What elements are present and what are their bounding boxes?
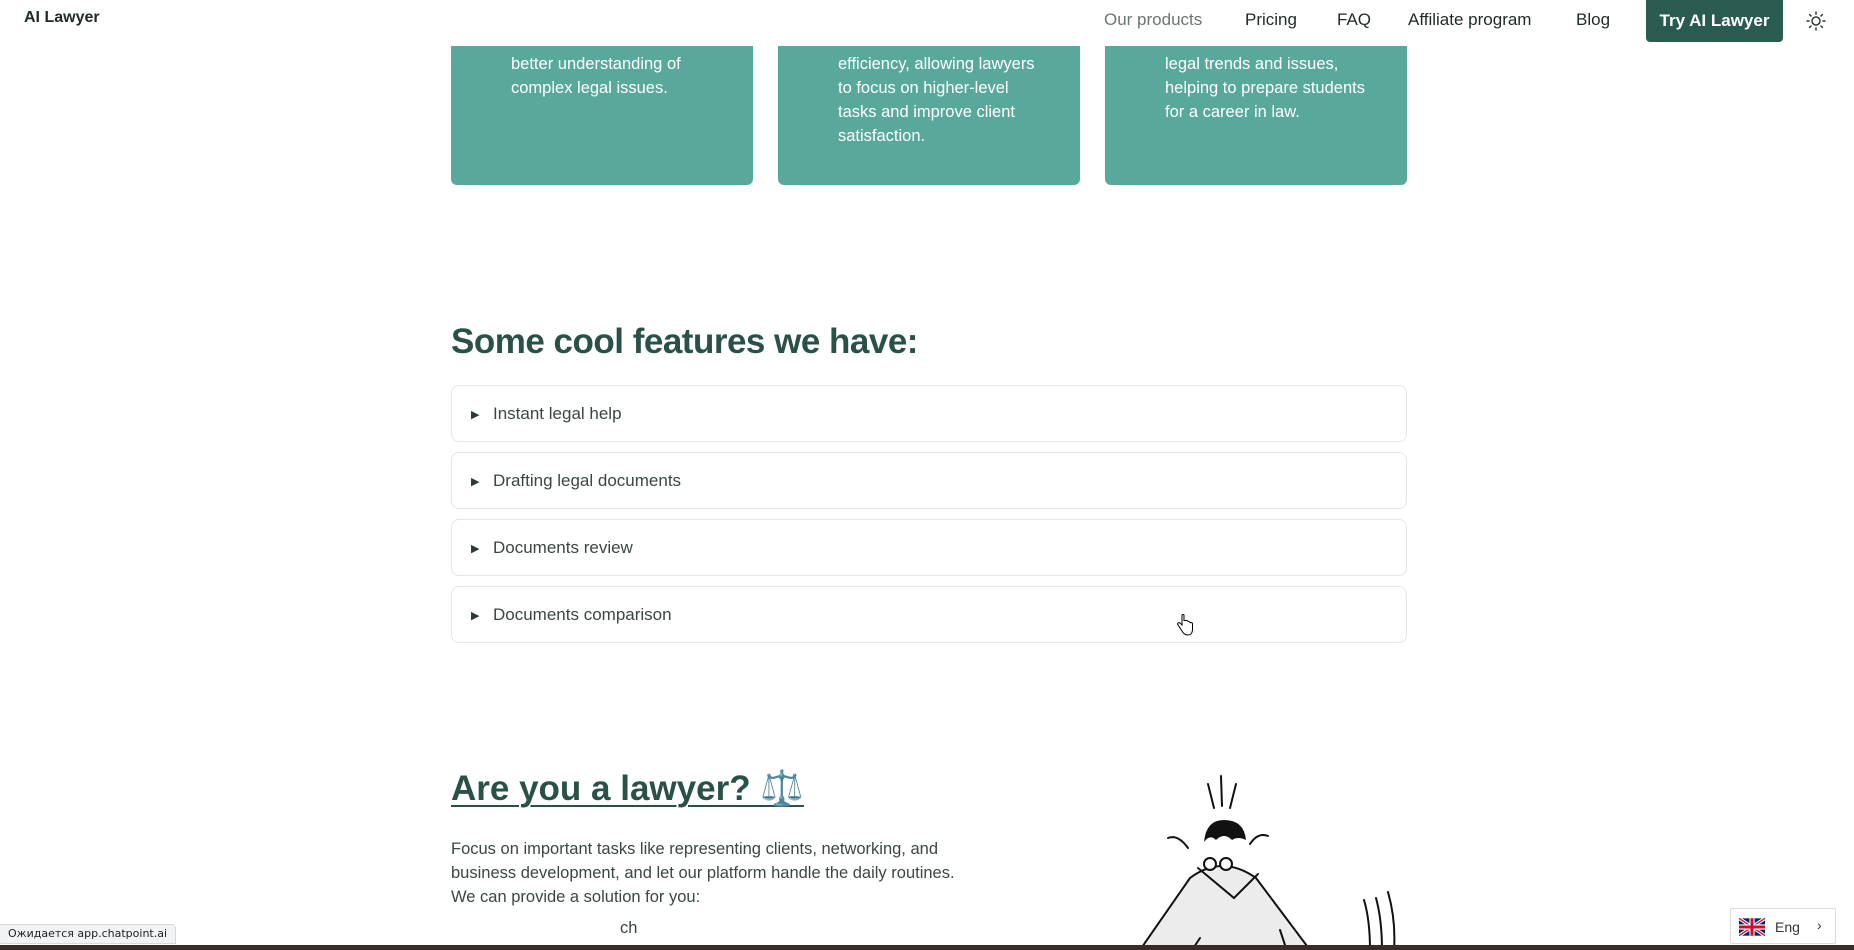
uk-flag-icon: [1739, 917, 1765, 937]
nav-affiliate-program[interactable]: Affiliate program: [1408, 10, 1531, 30]
nav-blog[interactable]: Blog: [1576, 10, 1610, 30]
language-switcher[interactable]: Eng ›: [1730, 908, 1836, 944]
lawyer-heading-link[interactable]: Are you a lawyer? ⚖️: [451, 768, 804, 809]
lawyer-illustration: [1138, 775, 1396, 950]
sun-icon[interactable]: [1806, 11, 1826, 31]
browser-status-bar: Ожидается app.chatpoint.ai: [0, 924, 177, 944]
features-heading: Some cool features we have:: [451, 322, 918, 361]
nav-our-products[interactable]: Our products: [1104, 10, 1202, 30]
info-card-1: better understanding of complex legal is…: [451, 30, 753, 185]
nav-pricing[interactable]: Pricing: [1245, 10, 1297, 30]
feature-instant-legal-help[interactable]: ▶ Instant legal help: [451, 385, 1407, 442]
expand-triangle-icon: ▶: [471, 476, 480, 488]
lawyer-description: Focus on important tasks like representi…: [451, 840, 955, 906]
info-card-3: legal trends and issues, helping to prep…: [1105, 30, 1407, 185]
feature-documents-comparison[interactable]: ▶ Documents comparison: [451, 586, 1407, 643]
info-card-2: efficiency, allowing lawyers to focus on…: [778, 30, 1080, 185]
feature-label: Instant legal help: [493, 404, 622, 423]
partial-list-item: ch: [620, 919, 638, 937]
language-label: Eng: [1775, 919, 1800, 935]
expand-triangle-icon: ▶: [471, 543, 480, 555]
expand-triangle-icon: ▶: [471, 610, 480, 622]
info-card-2-text: efficiency, allowing lawyers to focus on…: [838, 55, 1035, 145]
try-ai-lawyer-button[interactable]: Try AI Lawyer: [1646, 0, 1783, 42]
nav-faq[interactable]: FAQ: [1337, 10, 1371, 30]
feature-documents-review[interactable]: ▶ Documents review: [451, 519, 1407, 576]
feature-label: Drafting legal documents: [493, 471, 682, 490]
info-card-1-text: better understanding of complex legal is…: [511, 55, 681, 97]
feature-label: Documents review: [493, 538, 633, 557]
feature-label: Documents comparison: [493, 605, 672, 624]
taskbar-edge: [0, 945, 1854, 950]
expand-triangle-icon: ▶: [471, 409, 480, 421]
feature-drafting-legal-documents[interactable]: ▶ Drafting legal documents: [451, 452, 1407, 509]
chevron-right-icon: ›: [1817, 917, 1822, 933]
top-navigation-bar: AI Lawyer Our products Pricing FAQ Affil…: [0, 0, 1854, 46]
hand-cursor-icon: [1176, 614, 1193, 636]
site-logo[interactable]: AI Lawyer: [24, 9, 100, 27]
info-card-3-text: legal trends and issues, helping to prep…: [1165, 55, 1365, 121]
